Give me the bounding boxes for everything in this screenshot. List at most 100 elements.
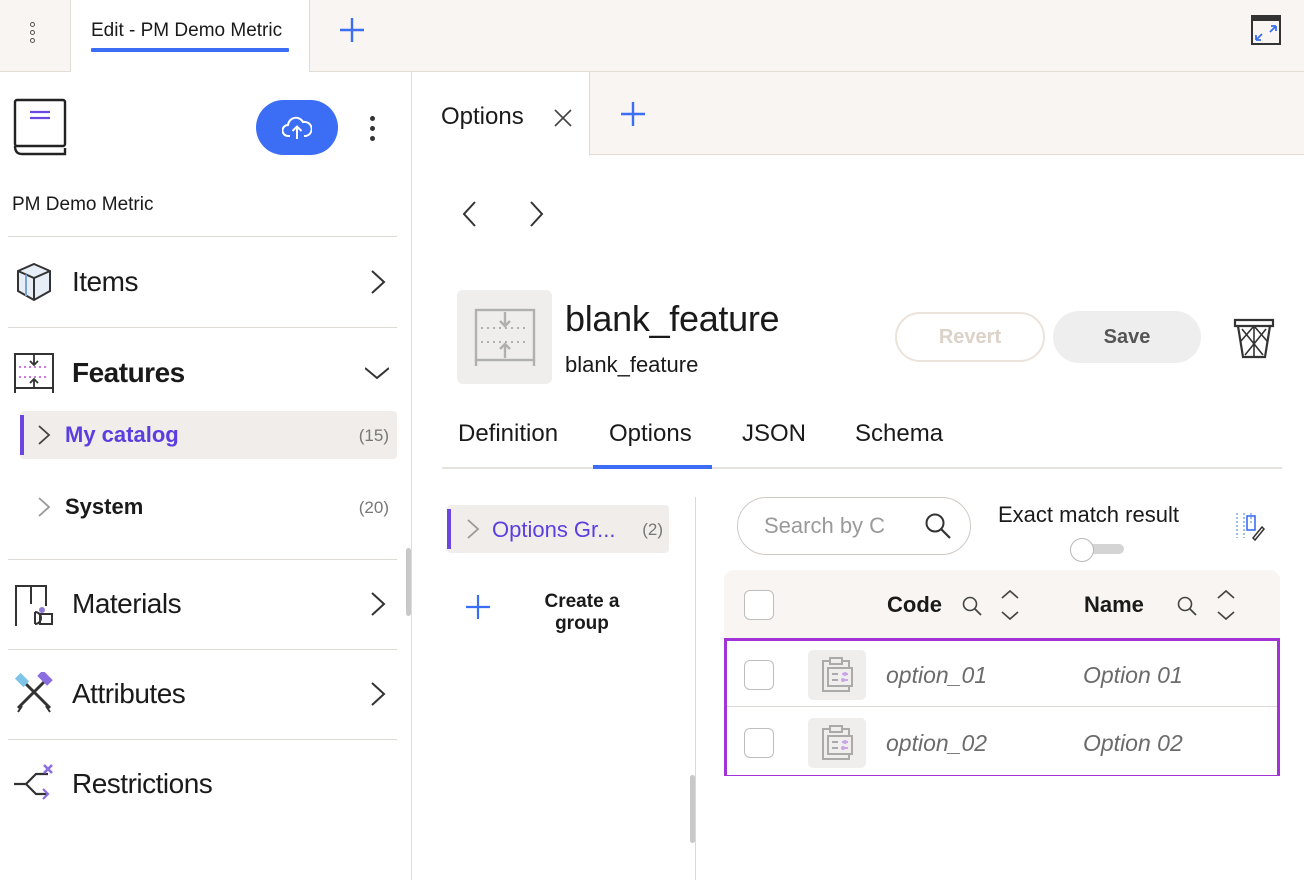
sidebar-item-items[interactable]: Items xyxy=(8,238,397,326)
exact-match-label: Exact match result xyxy=(998,502,1179,527)
attributes-icon xyxy=(14,672,53,713)
tab-options-sub[interactable]: Options xyxy=(609,420,692,448)
sidebar-item-features[interactable]: Features xyxy=(8,329,397,417)
option-icon xyxy=(822,725,853,760)
close-icon[interactable] xyxy=(551,106,575,130)
chevron-right-icon xyxy=(371,682,386,706)
search-icon[interactable] xyxy=(1176,595,1198,617)
catalog-sidebar: PM Demo Metric Items Features My catalog… xyxy=(0,72,412,880)
group-label: Options Gr... xyxy=(492,517,616,542)
tab-edit-pm-demo-metric[interactable]: Edit - PM Demo Metric xyxy=(70,0,310,73)
search-box xyxy=(737,497,971,555)
options-group-item[interactable]: Options Gr... (2) xyxy=(447,505,669,553)
table-header: Code Name xyxy=(724,570,1280,638)
feature-code: blank_feature xyxy=(565,352,699,377)
sidebar-subitem-system[interactable]: System (20) xyxy=(20,483,397,531)
sidebar-label-features: Features xyxy=(72,357,185,388)
chevron-right-icon[interactable] xyxy=(36,495,52,519)
column-resize-handle[interactable] xyxy=(690,775,695,843)
catalog-name: PM Demo Metric xyxy=(12,194,154,215)
save-button[interactable]: Save xyxy=(1053,311,1201,363)
sidebar-item-attributes[interactable]: Attributes xyxy=(8,650,397,738)
group-count: (2) xyxy=(642,520,663,539)
active-subtab-indicator xyxy=(593,465,712,469)
table-row[interactable]: option_01 Option 01 xyxy=(727,641,1277,707)
divider xyxy=(8,236,397,237)
active-indicator xyxy=(447,509,451,549)
sort-icon[interactable] xyxy=(1215,588,1237,622)
sidebar-resize-handle[interactable] xyxy=(406,548,411,616)
add-tab-icon[interactable] xyxy=(336,14,368,46)
main-panel: Options blank_feature blank_feature Reve… xyxy=(413,72,1304,880)
chevron-right-icon[interactable] xyxy=(465,517,481,541)
chevron-right-icon xyxy=(371,270,386,294)
options-table: Code Name option_01 Option 01 option_02 … xyxy=(724,570,1280,776)
subitem-label: System xyxy=(65,494,144,519)
column-divider xyxy=(695,497,696,880)
tab-label: Options xyxy=(441,103,524,130)
restrictions-icon xyxy=(14,764,53,800)
catalog-menu-icon[interactable] xyxy=(360,110,384,146)
sidebar-label-restrictions: Restrictions xyxy=(72,768,213,799)
subitem-count: (20) xyxy=(358,498,389,517)
add-tab-icon[interactable] xyxy=(617,98,649,130)
tab-json[interactable]: JSON xyxy=(742,420,806,448)
tab-label: Edit - PM Demo Metric xyxy=(91,20,283,41)
create-group-label: Create a group xyxy=(544,591,620,634)
toggle-knob xyxy=(1070,538,1094,562)
option-thumbnail xyxy=(808,718,866,768)
chevron-right-icon[interactable] xyxy=(525,198,549,230)
sidebar-label-attributes: Attributes xyxy=(72,678,186,709)
header-name: Name xyxy=(1084,592,1144,617)
materials-icon xyxy=(15,585,53,626)
option-icon xyxy=(822,657,853,692)
search-icon[interactable] xyxy=(924,512,952,540)
feature-subtabs: Definition Options JSON Schema xyxy=(442,412,1282,469)
editor-tab-bar: Options xyxy=(413,72,1304,156)
trash-icon[interactable] xyxy=(1233,315,1275,359)
row-checkbox[interactable] xyxy=(744,728,774,758)
chevron-right-icon[interactable] xyxy=(36,423,52,447)
sidebar-label-items: Items xyxy=(72,266,138,297)
sidebar-item-restrictions[interactable]: Restrictions xyxy=(8,740,397,828)
divider xyxy=(8,327,397,328)
upload-button[interactable] xyxy=(256,100,338,155)
catalog-book-icon xyxy=(13,98,67,156)
more-vertical-icon[interactable] xyxy=(18,16,46,48)
cell-name: Option 01 xyxy=(1083,662,1183,688)
header-code: Code xyxy=(887,592,942,617)
exact-match-toggle[interactable] xyxy=(1070,538,1126,562)
chevron-right-icon xyxy=(371,592,386,616)
feature-thumbnail xyxy=(457,290,552,384)
table-row[interactable]: option_02 Option 02 xyxy=(727,709,1277,775)
cell-code: option_01 xyxy=(886,662,988,688)
top-tab-bar: Edit - PM Demo Metric xyxy=(0,0,1304,73)
feature-icon xyxy=(474,308,535,366)
search-input[interactable] xyxy=(764,512,884,540)
active-indicator xyxy=(20,415,24,455)
sidebar-label-materials: Materials xyxy=(72,588,182,619)
option-thumbnail xyxy=(808,650,866,700)
revert-button[interactable]: Revert xyxy=(895,312,1045,362)
tab-schema[interactable]: Schema xyxy=(855,420,943,448)
sort-icon[interactable] xyxy=(999,588,1021,622)
minimize-window-icon[interactable] xyxy=(1250,14,1282,46)
selected-rows-outline: option_01 Option 01 option_02 Option 02 xyxy=(724,638,1280,776)
sidebar-item-materials[interactable]: Materials xyxy=(8,560,397,648)
chevron-left-icon[interactable] xyxy=(457,198,481,230)
active-tab-indicator xyxy=(91,48,289,52)
select-all-checkbox[interactable] xyxy=(744,590,774,620)
search-icon[interactable] xyxy=(961,595,983,617)
column-settings-icon[interactable] xyxy=(1233,510,1265,542)
subitem-count: (15) xyxy=(358,426,389,445)
cloud-upload-icon xyxy=(282,116,312,139)
tab-options[interactable]: Options xyxy=(413,72,590,156)
plus-icon xyxy=(466,595,490,619)
feature-title: blank_feature xyxy=(565,298,780,339)
row-checkbox[interactable] xyxy=(744,660,774,690)
sidebar-subitem-my-catalog[interactable]: My catalog (15) xyxy=(20,411,397,459)
create-group-button[interactable]: Create a group xyxy=(463,588,663,642)
cube-icon xyxy=(17,262,51,302)
tab-definition[interactable]: Definition xyxy=(458,420,558,448)
cell-name: Option 02 xyxy=(1083,730,1183,756)
